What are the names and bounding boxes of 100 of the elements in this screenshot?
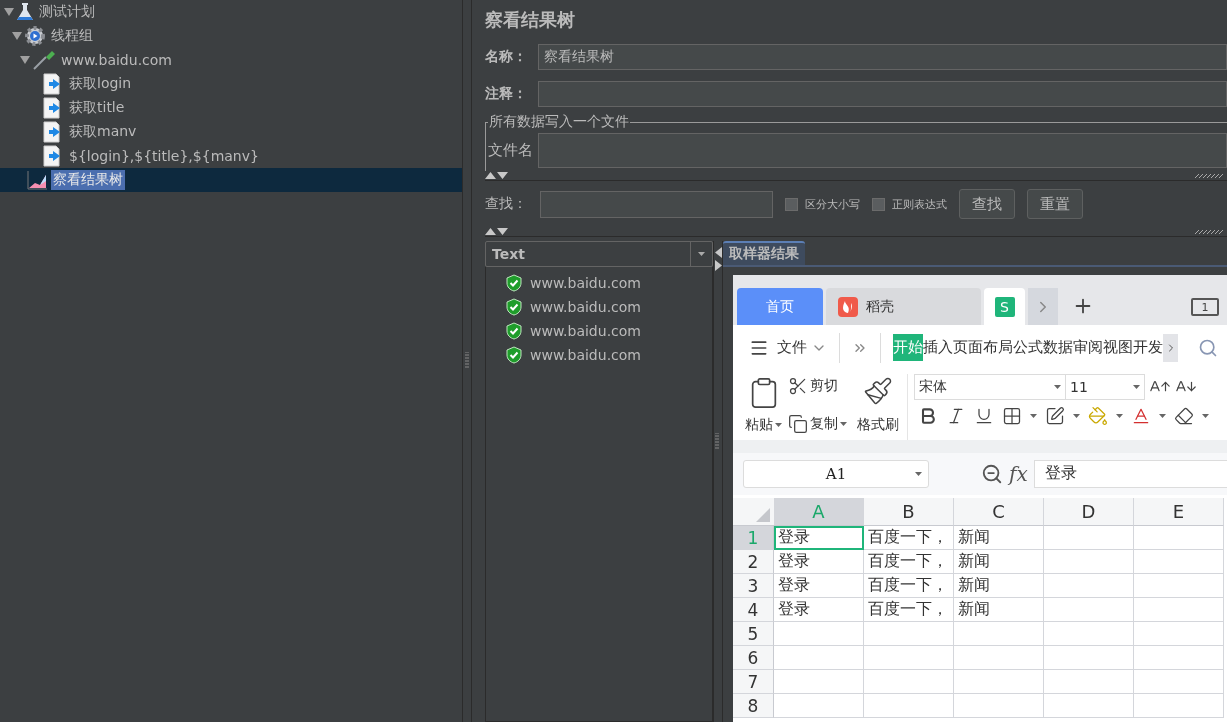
tree-item[interactable]: 获取manv <box>67 122 139 142</box>
font-dropdown[interactable]: 宋体 <box>914 374 1066 400</box>
table-cell[interactable]: 登录 <box>774 574 864 598</box>
tree-item[interactable]: 察看结果树 <box>51 170 125 190</box>
ribbon-tab[interactable]: 数据 <box>1043 334 1073 361</box>
ribbon-more-button[interactable] <box>1163 333 1178 362</box>
row-header[interactable]: 6 <box>733 646 774 670</box>
table-cell[interactable] <box>774 694 864 718</box>
table-cell[interactable]: 登录 <box>774 526 864 550</box>
table-cell[interactable]: 百度一下， <box>864 598 954 622</box>
column-header[interactable]: D <box>1044 498 1134 526</box>
result-item[interactable]: www.baidu.com <box>530 275 641 291</box>
table-cell[interactable] <box>1134 550 1224 574</box>
grip-icon[interactable] <box>1195 229 1225 234</box>
checkbox-option[interactable]: 区分大小写 <box>785 196 860 212</box>
column-header[interactable]: B <box>864 498 954 526</box>
table-cell[interactable] <box>1134 670 1224 694</box>
splitter-arrows-icon[interactable] <box>485 228 509 235</box>
result-item[interactable]: www.baidu.com <box>530 323 641 339</box>
table-cell[interactable] <box>1134 694 1224 718</box>
table-cell[interactable] <box>954 622 1044 646</box>
table-cell[interactable] <box>1044 622 1134 646</box>
checkbox[interactable] <box>785 197 798 211</box>
expand-arrow-icon[interactable] <box>20 55 30 65</box>
ribbon-tab[interactable]: 公式 <box>1013 334 1043 361</box>
formula-field[interactable]: 登录 <box>1033 460 1227 488</box>
expand-arrow-icon[interactable] <box>12 31 22 41</box>
table-cell[interactable] <box>1044 694 1134 718</box>
fill-color-icon[interactable] <box>1088 406 1108 426</box>
column-header[interactable]: E <box>1134 498 1224 526</box>
table-cell[interactable]: 新闻 <box>954 526 1044 550</box>
docer-tab[interactable]: 稻壳 <box>826 288 981 325</box>
size-dropdown[interactable]: 11 <box>1065 374 1145 400</box>
copy-button[interactable]: 复制 <box>788 414 847 434</box>
table-cell[interactable] <box>864 646 954 670</box>
ribbon-tab[interactable]: 审阅 <box>1073 334 1103 361</box>
row-header[interactable]: 4 <box>733 598 774 622</box>
table-cell[interactable]: 登录 <box>774 598 864 622</box>
table-cell[interactable] <box>1134 622 1224 646</box>
table-cell[interactable]: 登录 <box>774 550 864 574</box>
ribbon-tab[interactable]: 开发 <box>1133 334 1163 361</box>
tree-item[interactable]: www.baidu.com <box>59 51 174 69</box>
table-cell[interactable] <box>1044 646 1134 670</box>
table-cell[interactable] <box>1134 646 1224 670</box>
table-cell[interactable] <box>774 622 864 646</box>
format-painter-button[interactable]: 格式刷 <box>857 416 899 434</box>
result-item[interactable]: www.baidu.com <box>530 347 641 363</box>
row-header[interactable]: 8 <box>733 694 774 718</box>
table-cell[interactable]: 百度一下， <box>864 526 954 550</box>
search-icon[interactable] <box>1198 337 1218 358</box>
tree-item[interactable]: 获取title <box>67 98 127 118</box>
select-all-icon[interactable] <box>756 508 770 522</box>
table-cell[interactable]: 百度一下， <box>864 550 954 574</box>
grip-icon[interactable] <box>465 352 469 370</box>
table-cell[interactable] <box>1044 598 1134 622</box>
cell-reference-field[interactable]: A1 <box>743 460 929 488</box>
tree-item[interactable]: 线程组 <box>49 26 95 46</box>
table-cell[interactable] <box>1134 526 1224 550</box>
result-tab[interactable]: 取样器结果 <box>723 241 805 265</box>
table-cell[interactable] <box>1044 550 1134 574</box>
table-cell[interactable] <box>954 646 1044 670</box>
tree-item[interactable]: 获取login <box>67 74 134 94</box>
table-cell[interactable]: 百度一下， <box>864 574 954 598</box>
cut-button[interactable]: 剪切 <box>788 376 838 396</box>
name-field[interactable]: 察看结果树 <box>538 44 1227 70</box>
eraser-icon[interactable] <box>1174 406 1194 426</box>
splitter-arrows-icon[interactable] <box>485 172 509 179</box>
table-cell[interactable] <box>864 694 954 718</box>
table-cell[interactable] <box>864 622 954 646</box>
comment-field[interactable] <box>538 81 1227 107</box>
borders-icon[interactable] <box>1002 406 1022 426</box>
table-cell[interactable] <box>1044 526 1134 550</box>
row-header[interactable]: 7 <box>733 670 774 694</box>
table-cell[interactable] <box>774 646 864 670</box>
renderer-dropdown[interactable]: Text <box>485 241 713 267</box>
table-cell[interactable] <box>1044 670 1134 694</box>
format-icon[interactable] <box>1045 406 1065 426</box>
font-color-icon[interactable] <box>1131 406 1151 426</box>
tree-item[interactable]: 测试计划 <box>37 2 97 22</box>
result-item[interactable]: www.baidu.com <box>530 299 641 315</box>
table-cell[interactable]: 新闻 <box>954 574 1044 598</box>
row-header[interactable]: 3 <box>733 574 774 598</box>
ribbon-tab[interactable]: 页面布局 <box>953 334 1013 361</box>
filename-field[interactable] <box>538 133 1227 168</box>
scroll-tabs-button[interactable] <box>1028 288 1058 325</box>
zoom-out-icon[interactable] <box>981 463 1003 485</box>
checkbox[interactable] <box>872 197 885 211</box>
grip-icon[interactable] <box>715 432 719 451</box>
ribbon-tab[interactable]: 插入 <box>923 334 953 361</box>
table-cell[interactable] <box>1044 574 1134 598</box>
file-menu[interactable]: 文件 <box>777 338 807 357</box>
table-cell[interactable] <box>954 694 1044 718</box>
table-cell[interactable] <box>1134 598 1224 622</box>
find-button[interactable]: 查找 <box>959 189 1015 219</box>
table-cell[interactable] <box>864 670 954 694</box>
window-count-icon[interactable]: 1 <box>1191 298 1219 316</box>
tree-item[interactable]: ${login},${title},${manv} <box>67 147 261 165</box>
reset-button[interactable]: 重置 <box>1027 189 1083 219</box>
row-header[interactable]: 5 <box>733 622 774 646</box>
splitter-arrows-icon[interactable] <box>715 247 722 271</box>
